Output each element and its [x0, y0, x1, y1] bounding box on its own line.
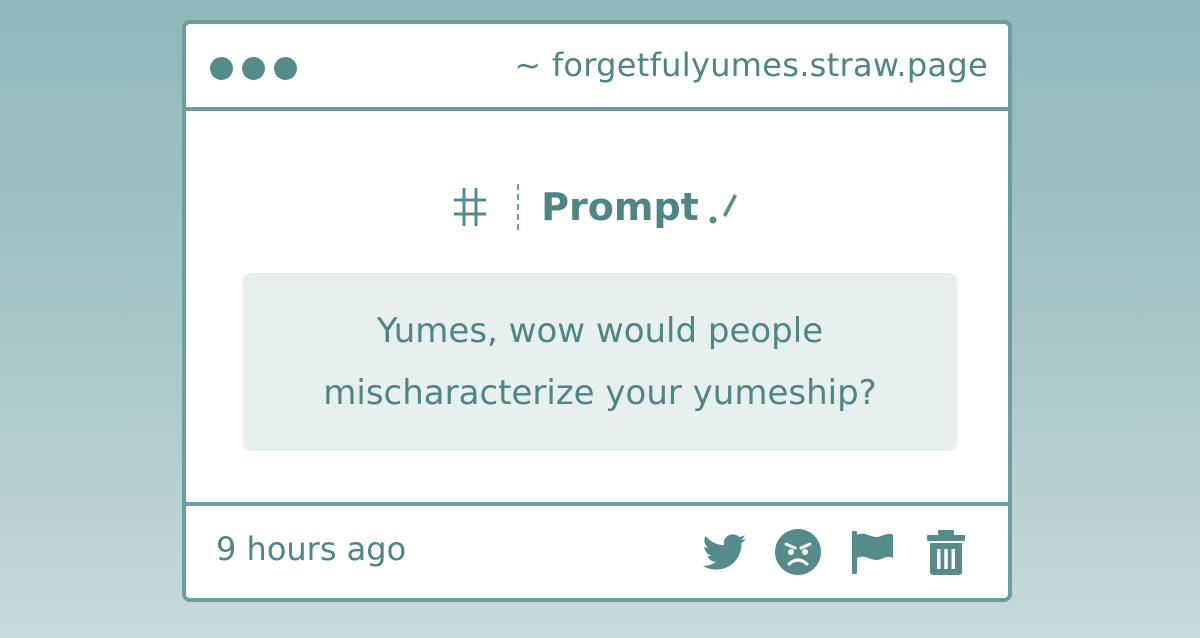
- prompt-title: Prompt: [541, 185, 699, 229]
- prompt-heading: Prompt: [186, 184, 1008, 230]
- prompt-question: Yumes, wow would people mischaracterize …: [323, 311, 877, 413]
- window-dot-2[interactable]: [242, 57, 265, 80]
- twitter-icon[interactable]: [700, 528, 748, 576]
- angry-face-icon[interactable]: [774, 528, 822, 576]
- post-actions: [700, 528, 970, 576]
- window-dot-3[interactable]: [274, 57, 297, 80]
- window-controls: [210, 57, 297, 80]
- post-footer: 9 hours ago: [186, 502, 1008, 598]
- flag-icon[interactable]: [848, 528, 896, 576]
- post-timestamp: 9 hours ago: [216, 530, 407, 568]
- pen-icon: [701, 187, 741, 227]
- post-card: ~ forgetfulyumes.straw.page Prompt Yumes…: [182, 20, 1012, 602]
- window-dot-1[interactable]: [210, 57, 233, 80]
- page-url[interactable]: ~ forgetfulyumes.straw.page: [514, 46, 988, 84]
- window-titlebar: ~ forgetfulyumes.straw.page: [186, 24, 1008, 111]
- hash-icon: [453, 186, 487, 228]
- heading-divider: [517, 184, 520, 230]
- prompt-box: Yumes, wow would people mischaracterize …: [243, 273, 957, 451]
- trash-icon[interactable]: [922, 528, 970, 576]
